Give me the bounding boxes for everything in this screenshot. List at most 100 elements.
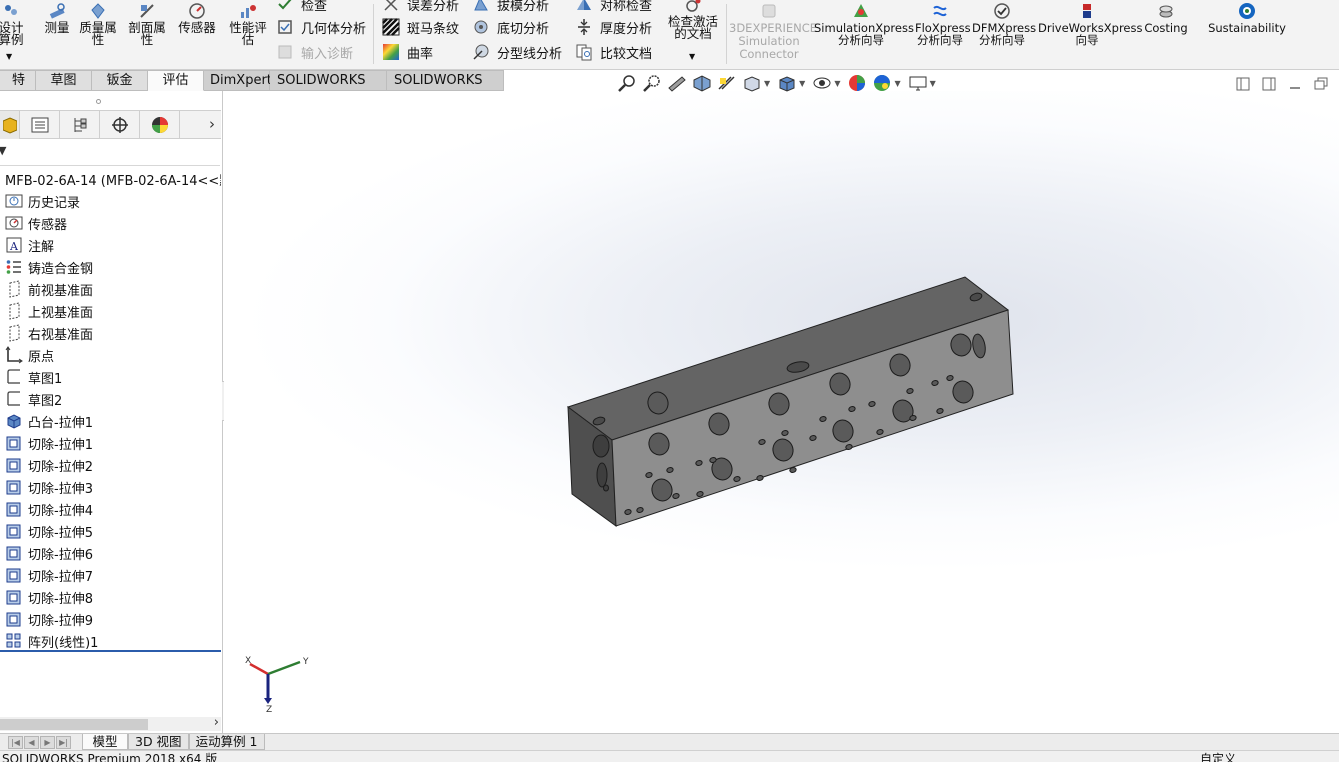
tab-dimxpert-manager[interactable] [100, 111, 140, 139]
tree-filter[interactable]: ▼ [0, 141, 220, 166]
performance-eval-button[interactable]: 性能评估 [226, 2, 270, 46]
tree-item[interactable]: 切除-拉伸3 [0, 476, 222, 498]
mass-properties-button[interactable]: 质量属性 [78, 2, 118, 46]
tree-item[interactable]: 切除-拉伸8 [0, 586, 222, 608]
parting-line-analysis-button[interactable]: 分型线分析 [472, 42, 562, 62]
previous-tab-icon[interactable]: ◀ [24, 735, 39, 749]
chevron-down-icon[interactable]: ▼ [6, 52, 12, 61]
tree-item[interactable]: 切除-拉伸5 [0, 520, 222, 542]
tree-item[interactable]: 切除-拉伸2 [0, 454, 222, 476]
tab-evaluate[interactable]: 评估 [148, 70, 204, 91]
chevron-down-icon[interactable]: ▼ [689, 52, 695, 61]
tree-item[interactable]: 凸台-拉伸1 [0, 410, 222, 432]
simulationxpress-button[interactable]: SimulationXpress 分析向导 [814, 2, 914, 46]
zebra-stripes-button[interactable]: 斑马条纹 [382, 17, 459, 37]
design-study-button[interactable]: 设计算例 [0, 2, 34, 46]
measure-button[interactable]: 测量 [42, 2, 72, 34]
view-orientation-icon[interactable] [741, 74, 763, 92]
tree-item[interactable]: 切除-拉伸4 [0, 498, 222, 520]
tile-right-icon[interactable] [1256, 76, 1282, 92]
tree-item[interactable]: 切除-拉伸1 [0, 432, 222, 454]
tab-motion-study[interactable]: 运动算例 1 [188, 734, 265, 750]
tab-property-manager[interactable] [20, 111, 60, 139]
symmetry-check-button[interactable]: 对称检查 [575, 0, 652, 14]
tab-solidworks-addins[interactable]: SOLIDWORKS 插件 [270, 70, 387, 107]
tab-features[interactable]: 特征 [0, 70, 36, 107]
tab-3d-view[interactable]: 3D 视图 [128, 734, 189, 750]
rollback-bar[interactable] [0, 650, 221, 652]
scrollbar-thumb[interactable] [0, 719, 148, 730]
tree-root-part[interactable]: MFB-02-6A-14 (MFB-02-6A-14<<默认> [5, 170, 221, 189]
first-tab-icon[interactable]: |◀ [8, 735, 23, 749]
tree-item[interactable]: 传感器 [0, 212, 222, 234]
last-tab-icon[interactable]: ▶| [56, 735, 71, 749]
chevron-down-icon[interactable]: ▼ [930, 79, 936, 88]
tile-left-icon[interactable] [1230, 76, 1256, 92]
zoom-to-fit-icon[interactable] [616, 74, 638, 92]
tree-item[interactable]: 前视基准面 [0, 278, 222, 300]
minimize-icon[interactable] [1282, 76, 1308, 92]
chevron-down-icon[interactable]: ▼ [799, 79, 805, 88]
chevron-right-icon[interactable]: › [214, 715, 219, 730]
tree-item[interactable]: 铸造合金钢 [0, 256, 222, 278]
section-view-icon[interactable] [691, 74, 713, 92]
tab-sketch[interactable]: 草图 [36, 70, 92, 91]
dfmxpress-button[interactable]: DFMXpress 分析向导 [972, 2, 1036, 46]
tree-item[interactable]: 草图1 [0, 366, 222, 388]
import-diagnostics-button[interactable]: 输入诊断 [276, 42, 353, 62]
draft-analysis-button[interactable]: 拔模分析 [472, 0, 549, 14]
compare-documents-button[interactable]: 比较文档 [575, 42, 652, 62]
undercut-analysis-button[interactable]: 底切分析 [472, 17, 549, 37]
tab-dimxpert[interactable]: DimXpert [204, 70, 272, 91]
driveworksxpress-button[interactable]: DriveWorksXpress 向导 [1038, 2, 1142, 46]
floxpress-button[interactable]: FloXpress 分析向导 [912, 2, 971, 46]
tree-item[interactable]: A 注解 [0, 234, 222, 256]
tree-item[interactable]: 阵列(线性)1 [0, 630, 222, 652]
3dexperience-simulation-connector-button[interactable]: 3DEXPERIENCE Simulation Connector [728, 2, 817, 61]
tab-model[interactable]: 模型 [82, 734, 128, 750]
tab-display-manager[interactable] [140, 111, 180, 139]
restore-icon[interactable] [1308, 76, 1334, 92]
sustainability-button[interactable]: Sustainability [1208, 2, 1286, 34]
horizontal-scrollbar[interactable]: › [0, 715, 221, 731]
feature-tree: 历史记录 传感器 A 注解 铸造合金钢 前视基准面 上视基准面 右视基准面 原点 草图1 草图2 凸台… [0, 190, 222, 652]
tree-item[interactable]: 切除-拉伸7 [0, 564, 222, 586]
check-button[interactable]: 检查 [276, 0, 327, 14]
costing-button[interactable]: Costing [1142, 2, 1190, 34]
units-indicator[interactable]: 自定义 [1200, 752, 1236, 762]
thickness-analysis-button[interactable]: 厚度分析 [575, 17, 652, 37]
curvature-button[interactable]: 曲率 [382, 42, 433, 62]
edit-appearance-icon[interactable] [846, 74, 868, 92]
apply-scene-icon[interactable] [871, 74, 893, 92]
chevron-down-icon[interactable]: ▼ [764, 79, 770, 88]
tab-configuration-manager[interactable] [60, 111, 100, 139]
chevron-down-icon[interactable]: ▼ [894, 79, 900, 88]
geometry-analysis-button[interactable]: 几何体分析 [276, 17, 366, 37]
deviation-analysis-button[interactable]: 误差分析 [382, 0, 459, 14]
tab-feature-manager[interactable] [0, 111, 20, 139]
display-style-icon[interactable] [776, 74, 798, 92]
chevron-down-icon[interactable]: ▼ [834, 79, 840, 88]
tree-item[interactable]: 历史记录 [0, 190, 222, 212]
tree-item[interactable]: 原点 [0, 344, 222, 366]
tree-item[interactable]: 右视基准面 [0, 322, 222, 344]
tree-item[interactable]: 草图2 [0, 388, 222, 410]
tree-item[interactable]: 上视基准面 [0, 300, 222, 322]
chevron-right-icon[interactable]: › [209, 115, 215, 133]
tree-item[interactable]: 切除-拉伸9 [0, 608, 222, 630]
tab-solidworks-mbd[interactable]: SOLIDWORKS MBD [387, 70, 504, 107]
previous-view-icon[interactable] [666, 74, 688, 92]
section-properties-button[interactable]: 剖面属性 [126, 2, 168, 46]
hide-show-items-icon[interactable] [811, 74, 833, 92]
graphics-area[interactable]: X Y Z [224, 91, 1339, 735]
part-model[interactable] [224, 91, 1339, 735]
sensor-button[interactable]: 传感器 [175, 2, 219, 34]
tree-item[interactable]: 切除-拉伸6 [0, 542, 222, 564]
next-tab-icon[interactable]: ▶ [40, 735, 55, 749]
zoom-to-area-icon[interactable] [641, 74, 663, 92]
tab-sheet-metal[interactable]: 钣金 [92, 70, 148, 91]
dynamic-annotation-icon[interactable] [716, 74, 738, 92]
panel-grip[interactable] [96, 99, 101, 104]
check-active-doc-button[interactable]: 检查激活的文档 [664, 0, 722, 40]
view-settings-icon[interactable] [907, 74, 929, 92]
